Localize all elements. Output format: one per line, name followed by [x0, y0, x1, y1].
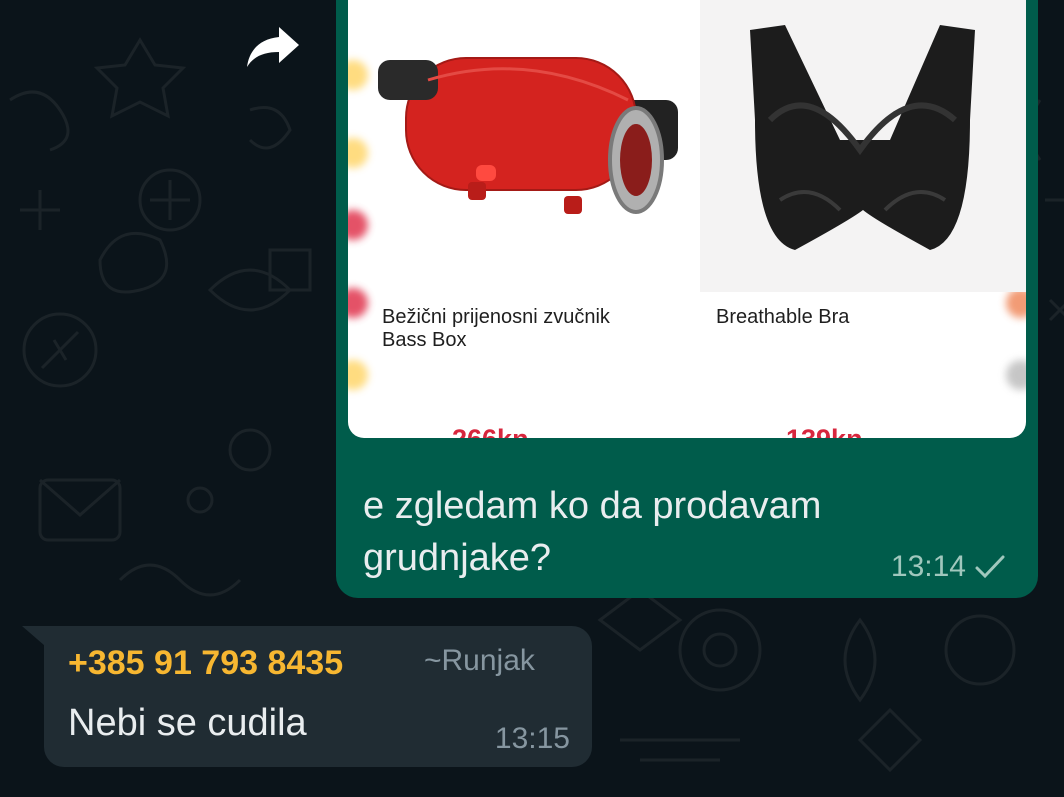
sender-phone[interactable]: +385 91 793 8435 [68, 644, 343, 683]
message-text: Nebi se cudila [68, 702, 307, 744]
forward-button[interactable] [236, 18, 310, 76]
check-icon [975, 555, 1005, 579]
message-text: e zgledam ko da prodavam grudnjake? [363, 485, 822, 579]
product-item[interactable]: Bežični prijenosni zvučnik Bass Box 444k… [348, 0, 698, 438]
message-meta: 13:14 [891, 550, 1006, 584]
message-time: 13:14 [890, 550, 966, 583]
product-item[interactable]: Breathable Bra 278kn 139kn [700, 0, 1026, 438]
outgoing-message-bubble[interactable]: Bežični prijenosni zvučnik Bass Box 444k… [336, 0, 1038, 598]
forward-arrow-icon [247, 27, 299, 67]
speaker-image [378, 57, 678, 214]
sender-name: ~Runjak [424, 644, 535, 677]
product-price: 266kn [452, 424, 529, 438]
product-name: Breathable Bra [716, 306, 850, 328]
incoming-message-bubble[interactable]: +385 91 793 8435 ~Runjak Nebi se cudila … [44, 626, 592, 767]
message-time: 13:15 [494, 722, 570, 755]
product-name: Bežični prijenosni zvučnik Bass Box [382, 306, 610, 351]
product-price: 139kn [786, 424, 863, 438]
bra-image [700, 0, 1026, 292]
product-preview-card[interactable]: Bežični prijenosni zvučnik Bass Box 444k… [348, 0, 1026, 438]
